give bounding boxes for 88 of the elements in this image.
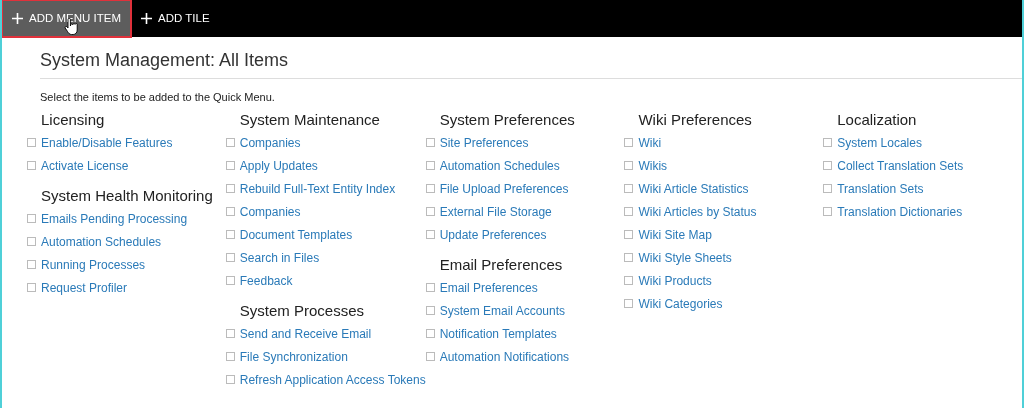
instructions-text: Select the items to be added to the Quick Menu. [40, 90, 276, 104]
item-link[interactable]: Update Preferences [439, 225, 547, 244]
checkbox[interactable] [823, 184, 833, 193]
checkbox[interactable] [624, 253, 634, 262]
section-heading: Licensing [41, 110, 106, 130]
section-heading: System Processes [239, 301, 365, 321]
checkbox[interactable] [225, 230, 235, 239]
item-link[interactable]: Running Processes [41, 255, 146, 274]
checkbox[interactable] [27, 138, 36, 147]
item-link[interactable]: Refresh Application Access Tokens [239, 370, 426, 389]
checkbox[interactable] [425, 184, 435, 193]
checkbox[interactable] [225, 207, 235, 216]
section-heading: System Maintenance [239, 110, 381, 130]
checkbox[interactable] [425, 230, 435, 239]
item-link[interactable]: Companies [239, 202, 301, 221]
item-link[interactable]: File Synchronization [239, 347, 348, 366]
section-heading: System Health Monitoring [41, 186, 214, 206]
item-link[interactable]: System Locales [837, 133, 922, 152]
item-link[interactable]: Wiki Style Sheets [638, 248, 732, 267]
checkbox[interactable] [225, 161, 235, 170]
plus-icon [141, 13, 152, 24]
item-link[interactable]: Translation Sets [837, 179, 924, 198]
checkbox[interactable] [624, 230, 634, 239]
item-link[interactable]: Wiki Article Statistics [638, 179, 749, 198]
checkbox[interactable] [225, 329, 235, 338]
checkbox[interactable] [27, 237, 36, 246]
item-link[interactable]: Collect Translation Sets [837, 156, 964, 175]
checkbox[interactable] [425, 283, 435, 292]
item-link[interactable]: Wiki Products [638, 271, 712, 290]
checkbox[interactable] [225, 253, 235, 262]
plus-icon [12, 13, 23, 24]
item-link[interactable]: External File Storage [439, 202, 552, 221]
item-link[interactable]: File Upload Preferences [439, 179, 569, 198]
checkbox[interactable] [225, 276, 235, 285]
item-link[interactable]: Translation Dictionaries [837, 202, 963, 221]
add-button[interactable]: ADD MENU ITEM [2, 0, 131, 37]
checkbox[interactable] [425, 138, 435, 147]
item-link[interactable]: Site Preferences [439, 133, 529, 152]
checkbox[interactable] [624, 207, 634, 216]
checkbox[interactable] [27, 283, 36, 292]
checkbox[interactable] [27, 260, 36, 269]
item-link[interactable]: Emails Pending Processing [41, 209, 188, 228]
item-link[interactable]: Wiki Categories [638, 294, 723, 313]
checkbox[interactable] [225, 375, 235, 384]
section-heading: Wiki Preferences [638, 110, 753, 130]
section-heading: Localization [837, 110, 918, 130]
item-link[interactable]: Wikis [638, 156, 668, 175]
checkbox[interactable] [624, 161, 634, 170]
item-link[interactable]: Feedback [239, 271, 293, 290]
item-link[interactable]: Request Profiler [41, 278, 128, 297]
checkbox[interactable] [225, 184, 235, 193]
checkbox[interactable] [624, 138, 634, 147]
item-link[interactable]: Enable/Disable Features [41, 133, 173, 152]
item-link[interactable]: Activate License [41, 156, 129, 175]
item-link[interactable]: Document Templates [239, 225, 353, 244]
checkbox[interactable] [27, 161, 36, 170]
checkbox[interactable] [425, 306, 435, 315]
checkbox[interactable] [225, 138, 235, 147]
item-link[interactable]: Wiki Articles by Status [638, 202, 757, 221]
item-link[interactable]: Automation Notifications [439, 347, 570, 366]
checkbox[interactable] [624, 184, 634, 193]
section-heading: System Preferences [439, 110, 576, 130]
item-link[interactable]: Apply Updates [239, 156, 318, 175]
add-button[interactable]: ADD TILE [131, 0, 220, 37]
checkbox[interactable] [823, 138, 833, 147]
checkbox[interactable] [425, 352, 435, 361]
section-heading: Email Preferences [439, 255, 564, 275]
checkbox[interactable] [823, 161, 833, 170]
checkbox[interactable] [425, 329, 435, 338]
checkbox[interactable] [425, 161, 435, 170]
item-link[interactable]: Wiki [638, 133, 662, 152]
item-link[interactable]: Search in Files [239, 248, 320, 267]
page-title: System Management: All Items [40, 49, 290, 72]
item-link[interactable]: Email Preferences [439, 278, 538, 297]
checkbox[interactable] [225, 352, 235, 361]
checkbox[interactable] [823, 207, 833, 216]
item-link[interactable]: Rebuild Full-Text Entity Index [239, 179, 396, 198]
checkbox[interactable] [27, 214, 36, 223]
item-link[interactable]: Send and Receive Email [239, 324, 372, 343]
item-link[interactable]: Wiki Site Map [638, 225, 712, 244]
item-link[interactable]: Notification Templates [439, 324, 557, 343]
item-link[interactable]: Automation Schedules [439, 156, 560, 175]
checkbox[interactable] [425, 207, 435, 216]
item-link[interactable]: Automation Schedules [41, 232, 162, 251]
item-link[interactable]: System Email Accounts [439, 301, 566, 320]
checkbox[interactable] [624, 299, 634, 308]
checkbox[interactable] [624, 276, 634, 285]
item-link[interactable]: Companies [239, 133, 301, 152]
